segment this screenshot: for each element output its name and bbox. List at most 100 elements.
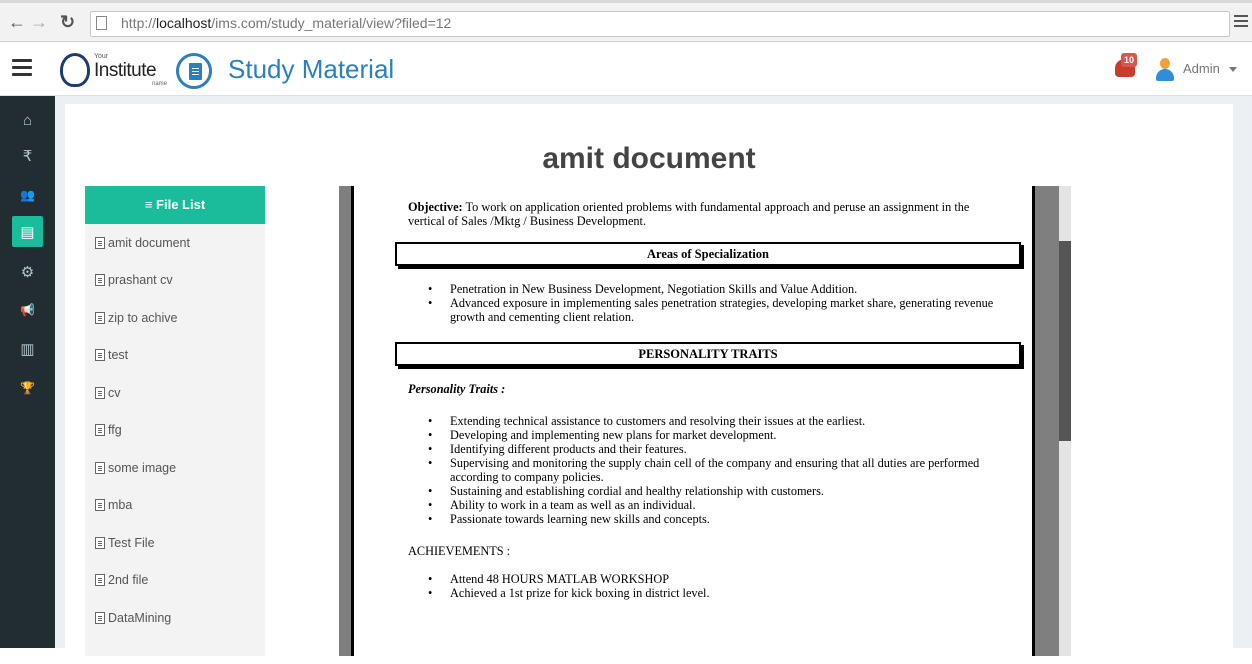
bullet-item: Identifying different products and their… <box>428 442 1008 456</box>
objective-label: Objective: <box>408 200 463 214</box>
notifications-button[interactable]: 10 <box>1115 53 1141 79</box>
avatar <box>1155 57 1175 81</box>
caret-down-icon <box>1229 67 1237 72</box>
section-heading-specialization: Areas of Specialization <box>395 242 1021 266</box>
file-icon <box>95 611 105 624</box>
logo-top-text: Your <box>94 53 109 60</box>
file-list-header: ≡ File List <box>85 186 265 224</box>
file-name: cv <box>108 385 121 400</box>
bullet-item: Extending technical assistance to custom… <box>428 414 1008 428</box>
logo-bottom-text: name <box>152 81 168 87</box>
file-icon <box>95 424 105 437</box>
file-name: mba <box>108 498 133 513</box>
file-icon <box>95 574 105 587</box>
bullet-item: Advanced exposure in implementing sales … <box>428 296 1008 324</box>
sidebar-item-users[interactable]: 👥 <box>0 177 55 213</box>
logo-name-text: Institute <box>94 60 157 81</box>
file-name: zip to achive <box>108 310 178 325</box>
file-icon <box>95 536 105 549</box>
section-heading-personality: PERSONALITY TRAITS <box>395 342 1021 366</box>
achievements-title: ACHIEVEMENTS : <box>408 544 511 558</box>
viewer-scroll-thumb[interactable] <box>1059 241 1071 441</box>
content-card: amit document ≡ File List amit document p… <box>65 104 1233 664</box>
file-list-item[interactable]: prashant cv <box>85 262 265 300</box>
bullet-item: Passionate towards learning new skills a… <box>428 512 1008 526</box>
bullet-item: Developing and implementing new plans fo… <box>428 428 1008 442</box>
gears-icon: ⚙ <box>20 264 35 281</box>
file-name: ffg <box>108 423 122 438</box>
specialization-list: Penetration in New Business Development,… <box>428 282 1008 324</box>
document-viewer[interactable]: Objective: To work on application orient… <box>339 186 1071 656</box>
bullet-item: Ability to work in a team as well as an … <box>428 498 1008 512</box>
browser-menu-icon[interactable] <box>1234 15 1248 30</box>
file-list-item[interactable]: zip to achive <box>85 299 265 337</box>
file-list-item[interactable]: mba <box>85 487 265 525</box>
rupee-icon: ₹ <box>22 148 33 165</box>
document-title: amit document <box>542 142 756 175</box>
back-icon[interactable]: ← <box>8 11 26 33</box>
notification-badge: 10 <box>1121 53 1137 67</box>
file-list-item[interactable]: some image <box>85 449 265 487</box>
page-title: Study Material <box>228 54 395 84</box>
reload-icon[interactable]: ↻ <box>60 11 75 33</box>
file-list-item[interactable]: 2nd file <box>85 562 265 600</box>
logo-figure-icon <box>60 53 90 87</box>
institute-logo[interactable]: Your Institute name <box>60 51 170 89</box>
file-list-item[interactable]: cv <box>85 374 265 412</box>
url-prefix: http:// <box>121 15 157 31</box>
sidebar-item-settings[interactable]: ⚙ <box>0 254 55 290</box>
address-bar[interactable]: http://localhost/ims.com/study_material/… <box>90 11 1230 37</box>
document-page: Objective: To work on application orient… <box>351 186 1035 656</box>
traits-title: Personality Traits : <box>408 382 506 396</box>
file-name: amit document <box>108 235 190 250</box>
achievement-item: Achieved a 1st prize for kick boxing in … <box>428 586 1008 600</box>
page-icon <box>96 16 107 30</box>
file-name: DataMining <box>108 610 172 625</box>
objective-text: To work on application oriented problems… <box>408 200 970 228</box>
bar-chart-icon: ▥ <box>20 341 35 358</box>
forward-icon[interactable]: → <box>30 11 48 33</box>
file-icon <box>95 461 105 474</box>
file-list-item[interactable]: amit document <box>85 224 265 262</box>
sidebar-item-fees[interactable]: ₹ <box>0 138 55 174</box>
file-list-item[interactable]: ffg <box>85 412 265 450</box>
file-list-item[interactable]: Test File <box>85 524 265 562</box>
objective-paragraph: Objective: To work on application orient… <box>408 200 1008 228</box>
file-icon <box>95 499 105 512</box>
bullhorn-icon: 📢 <box>20 303 35 317</box>
sidebar-item-announcements[interactable]: 📢 <box>0 292 55 328</box>
trophy-icon: 🏆 <box>20 381 35 395</box>
url-path: /ims.com/study_material/view?filed=12 <box>211 15 452 31</box>
achievement-item: Attend 48 HOURS MATLAB WORKSHOP <box>428 572 1008 586</box>
bullet-item: Penetration in New Business Development,… <box>428 282 1008 296</box>
viewer-scrollbar[interactable] <box>1059 186 1071 656</box>
browser-toolbar: ← → ↻ http://localhost/ims.com/study_mat… <box>0 0 1252 42</box>
file-name: prashant cv <box>108 273 173 288</box>
user-label: Admin <box>1183 61 1220 76</box>
file-list: ≡ File List amit document prashant cv zip … <box>85 186 265 656</box>
file-icon <box>95 386 105 399</box>
file-icon <box>95 311 105 324</box>
file-list-item[interactable]: test <box>85 337 265 375</box>
bullet-item: Sustaining and establishing cordial and … <box>428 484 1008 498</box>
achievements-list: Attend 48 HOURS MATLAB WORKSHOP Achieved… <box>428 572 1008 600</box>
file-list-item[interactable]: DataMining <box>85 599 265 637</box>
file-name: 2nd file <box>108 573 149 588</box>
home-icon: ⌂ <box>22 111 33 129</box>
file-icon <box>95 274 105 287</box>
app-header: Your Institute name Study Material 10 Ad… <box>0 43 1252 96</box>
sidebar-item-home[interactable]: ⌂ <box>0 102 55 138</box>
file-name: some image <box>108 460 177 475</box>
file-name: test <box>108 348 129 363</box>
sidebar-item-achievements[interactable]: 🏆 <box>0 370 55 406</box>
sidebar-item-reports[interactable]: ▥ <box>0 331 55 367</box>
document-icon: ▤ <box>20 223 35 241</box>
bullet-item: Supervising and monitoring the supply ch… <box>428 456 1008 484</box>
sidebar: ⌂ ₹ 👥 ▤ ⚙ 📢 ▥ 🏆 <box>0 96 55 648</box>
sidebar-item-study-material[interactable]: ▤ <box>12 216 43 247</box>
main-content: amit document ≡ File List amit document p… <box>55 96 1252 664</box>
hamburger-menu-icon[interactable] <box>12 59 32 80</box>
traits-list: Extending technical assistance to custom… <box>428 414 1008 526</box>
url-host: localhost <box>156 15 212 31</box>
file-icon <box>95 349 105 362</box>
